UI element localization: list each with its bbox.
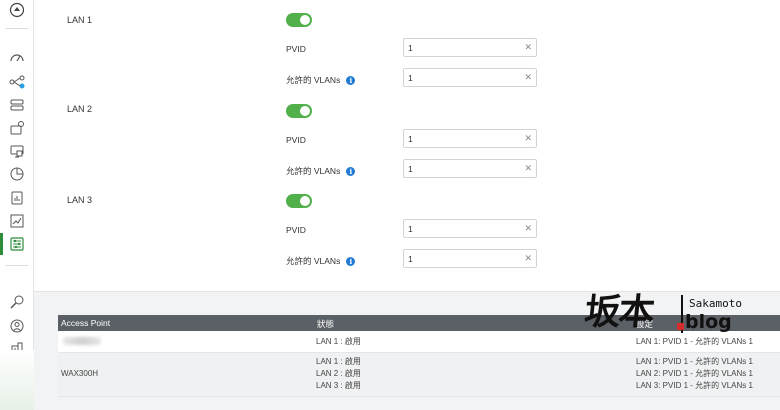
status-line: LAN 1 : 啟用 bbox=[316, 357, 361, 366]
info-icon[interactable]: i bbox=[346, 256, 356, 266]
lan3-toggle[interactable] bbox=[286, 194, 312, 208]
lan3-vlans-label: 允許的 VLANs i bbox=[286, 255, 356, 267]
watermark-dot bbox=[677, 323, 684, 330]
lan1-vlans-label: 允許的 VLANs i bbox=[286, 74, 356, 86]
lan3-label: LAN 3 bbox=[67, 195, 93, 205]
active-indicator bbox=[0, 233, 3, 255]
status-cell: LAN 1 : 啟用 LAN 2 : 啟用 LAN 3 : 啟用 bbox=[316, 356, 361, 392]
field-label-text: 允許的 VLANs bbox=[286, 166, 341, 176]
info-icon[interactable]: i bbox=[346, 75, 356, 85]
clear-icon[interactable]: ✕ bbox=[524, 163, 532, 174]
table-row[interactable]: WAX300H LAN 1 : 啟用 LAN 2 : 啟用 LAN 3 : 啟用… bbox=[58, 353, 780, 397]
sidebar bbox=[0, 0, 34, 410]
ap-name-cell: WAX300H bbox=[61, 369, 99, 378]
config-line: LAN 3: PVID 1 - 允許的 VLANs 1 bbox=[636, 381, 753, 390]
config-cell: LAN 1: PVID 1 - 允許的 VLANs 1 LAN 2: PVID … bbox=[636, 356, 753, 392]
logo-icon[interactable] bbox=[9, 2, 25, 18]
monitor-icon[interactable] bbox=[9, 143, 25, 159]
topology-icon[interactable] bbox=[9, 74, 25, 90]
settings-icon[interactable] bbox=[9, 236, 25, 252]
watermark-kanji: 坂本 bbox=[582, 291, 655, 333]
lan2-vlans-label: 允許的 VLANs i bbox=[286, 165, 356, 177]
sidebar-divider bbox=[6, 28, 28, 29]
input-value: 1 bbox=[408, 72, 413, 83]
trend-icon[interactable] bbox=[9, 213, 25, 229]
clear-icon[interactable]: ✕ bbox=[524, 133, 532, 144]
config-line: LAN 1: PVID 1 - 允許的 VLANs 1 bbox=[636, 357, 753, 366]
lan1-pvid-input[interactable]: 1 ✕ bbox=[403, 38, 537, 57]
watermark-latin: Sakamoto bbox=[689, 297, 742, 310]
lan-settings-panel: LAN 1 PVID 1 ✕ 允許的 VLANs i 1 ✕ LAN 2 PVID 1… bbox=[34, 0, 780, 292]
input-value: 1 bbox=[408, 42, 413, 53]
lan2-pvid-input[interactable]: 1 ✕ bbox=[403, 129, 537, 148]
status-line: LAN 1 : 啟用 bbox=[316, 337, 361, 346]
lan3-vlans-input[interactable]: 1 ✕ bbox=[403, 249, 537, 268]
column-header-access-point[interactable]: Access Point bbox=[61, 318, 110, 328]
pie-chart-icon[interactable] bbox=[9, 166, 25, 182]
main-content: LAN 1 PVID 1 ✕ 允許的 VLANs i 1 ✕ LAN 2 PVID 1… bbox=[34, 0, 780, 410]
input-value: 1 bbox=[408, 133, 413, 144]
watermark-blog: blog bbox=[685, 311, 732, 333]
sidebar-footer-decoration bbox=[0, 350, 34, 410]
config-line: LAN 2: PVID 1 - 允許的 VLANs 1 bbox=[636, 369, 753, 378]
field-label-text: PVID bbox=[286, 44, 306, 54]
column-header-status[interactable]: 狀態 bbox=[317, 318, 334, 330]
ap-icon[interactable] bbox=[9, 120, 25, 136]
input-value: 1 bbox=[408, 223, 413, 234]
lan2-label: LAN 2 bbox=[67, 104, 93, 114]
lan1-pvid-label: PVID bbox=[286, 44, 306, 54]
diagnose-icon[interactable] bbox=[9, 294, 25, 310]
field-label-text: 允許的 VLANs bbox=[286, 75, 341, 85]
lan1-vlans-input[interactable]: 1 ✕ bbox=[403, 68, 537, 87]
lan1-toggle[interactable] bbox=[286, 13, 312, 27]
clear-icon[interactable]: ✕ bbox=[524, 72, 532, 83]
clear-icon[interactable]: ✕ bbox=[524, 253, 532, 264]
status-line: LAN 3 : 啟用 bbox=[316, 381, 361, 390]
input-value: 1 bbox=[408, 163, 413, 174]
lan2-vlans-input[interactable]: 1 ✕ bbox=[403, 159, 537, 178]
report-icon[interactable] bbox=[9, 190, 25, 206]
info-icon[interactable]: i bbox=[346, 166, 356, 176]
field-label-text: 允許的 VLANs bbox=[286, 256, 341, 266]
lan2-toggle[interactable] bbox=[286, 104, 312, 118]
lan2-pvid-label: PVID bbox=[286, 135, 306, 145]
lan3-pvid-label: PVID bbox=[286, 225, 306, 235]
devices-icon[interactable] bbox=[9, 97, 25, 113]
redacted-ap-name bbox=[63, 337, 101, 345]
dashboard-icon[interactable] bbox=[9, 50, 25, 66]
field-label-text: PVID bbox=[286, 225, 306, 235]
status-line: LAN 2 : 啟用 bbox=[316, 369, 361, 378]
sidebar-divider bbox=[6, 265, 28, 266]
field-label-text: PVID bbox=[286, 135, 306, 145]
lan3-pvid-input[interactable]: 1 ✕ bbox=[403, 219, 537, 238]
lan1-label: LAN 1 bbox=[67, 15, 93, 25]
app-window: LAN 1 PVID 1 ✕ 允許的 VLANs i 1 ✕ LAN 2 PVID 1… bbox=[0, 0, 780, 410]
support-icon[interactable] bbox=[9, 318, 25, 334]
clear-icon[interactable]: ✕ bbox=[524, 223, 532, 234]
sakamoto-blog-watermark: 坂本 Sakamoto blog bbox=[582, 283, 775, 343]
clear-icon[interactable]: ✕ bbox=[524, 42, 532, 53]
input-value: 1 bbox=[408, 253, 413, 264]
status-cell: LAN 1 : 啟用 bbox=[316, 336, 361, 348]
